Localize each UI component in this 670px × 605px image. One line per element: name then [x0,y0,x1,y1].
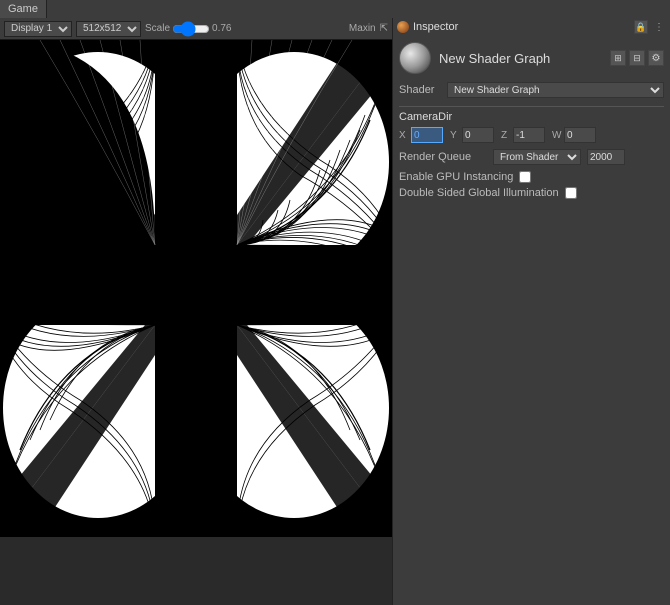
double-sided-label: Double Sided Global Illumination [399,187,559,199]
spacer [47,0,670,18]
game-bottom-strip [0,537,392,605]
layout-btn[interactable]: ⊟ [629,50,645,66]
shader-field-label: Shader [399,84,441,96]
scale-label: Scale [145,23,170,34]
scale-value: 0.76 [212,23,231,34]
inspector-lock-btn[interactable]: 🔒 [634,20,648,34]
gpu-instancing-checkbox[interactable] [519,171,531,183]
resolution-select[interactable]: 512x512 [76,21,141,37]
z-input[interactable] [513,127,545,143]
shader-sphere-icon [399,42,431,74]
render-queue-label: Render Queue [399,151,487,163]
shader-object-header: New Shader Graph ⊞ ⊟ ⚙ [399,42,664,74]
shader-row: Shader New Shader Graph [399,82,664,98]
shader-dropdown[interactable]: New Shader Graph [447,82,664,98]
inspector-content: New Shader Graph ⊞ ⊟ ⚙ Shader New Shader… [393,36,670,605]
shader-name: New Shader Graph [439,51,550,66]
z-axis-label: Z [501,130,509,141]
display-select[interactable]: Display 1 [4,21,72,37]
render-queue-row: Render Queue From Shader Background Geom… [399,149,664,165]
y-input[interactable] [462,127,494,143]
render-queue-number[interactable] [587,149,625,165]
divider-1 [399,106,664,107]
game-toolbar: Display 1 512x512 Scale 0.76 Maxin ⇱ [0,18,392,40]
render-queue-dropdown[interactable]: From Shader Background Geometry AlphaTes… [493,149,581,165]
game-panel: Display 1 512x512 Scale 0.76 Maxin ⇱ [0,18,392,605]
x-axis-label: X [399,130,407,141]
w-input[interactable] [564,127,596,143]
x-input[interactable] [411,127,443,143]
maximize-label: Maxin [349,23,376,34]
fractal-art [0,40,392,530]
double-sided-checkbox[interactable] [565,187,577,199]
scale-slider[interactable] [172,25,210,33]
game-tab-label: Game [8,3,38,15]
inspector-more-btn[interactable]: ⋮ [652,22,666,33]
game-viewport [0,40,392,537]
y-axis-label: Y [450,130,458,141]
double-sided-row: Double Sided Global Illumination [399,187,664,199]
inspector-tab-label[interactable]: Inspector [413,21,458,33]
vector-row: X Y Z W [399,127,664,143]
open-btn[interactable]: ⊞ [610,50,626,66]
game-tab[interactable]: Game [0,0,47,18]
inspector-tab-bar: Inspector 🔒 ⋮ [393,18,670,36]
scale-control: Scale 0.76 [145,23,231,34]
settings-btn[interactable]: ⚙ [648,50,664,66]
maximize-icon[interactable]: ⇱ [380,23,388,34]
w-axis-label: W [552,130,560,141]
gpu-instancing-row: Enable GPU Instancing [399,171,664,183]
camera-dir-label: CameraDir [399,111,664,123]
inspector-panel: Inspector 🔒 ⋮ New Shader Graph ⊞ [392,18,670,605]
inspector-dot-icon [397,21,409,33]
gpu-instancing-label: Enable GPU Instancing [399,171,513,183]
